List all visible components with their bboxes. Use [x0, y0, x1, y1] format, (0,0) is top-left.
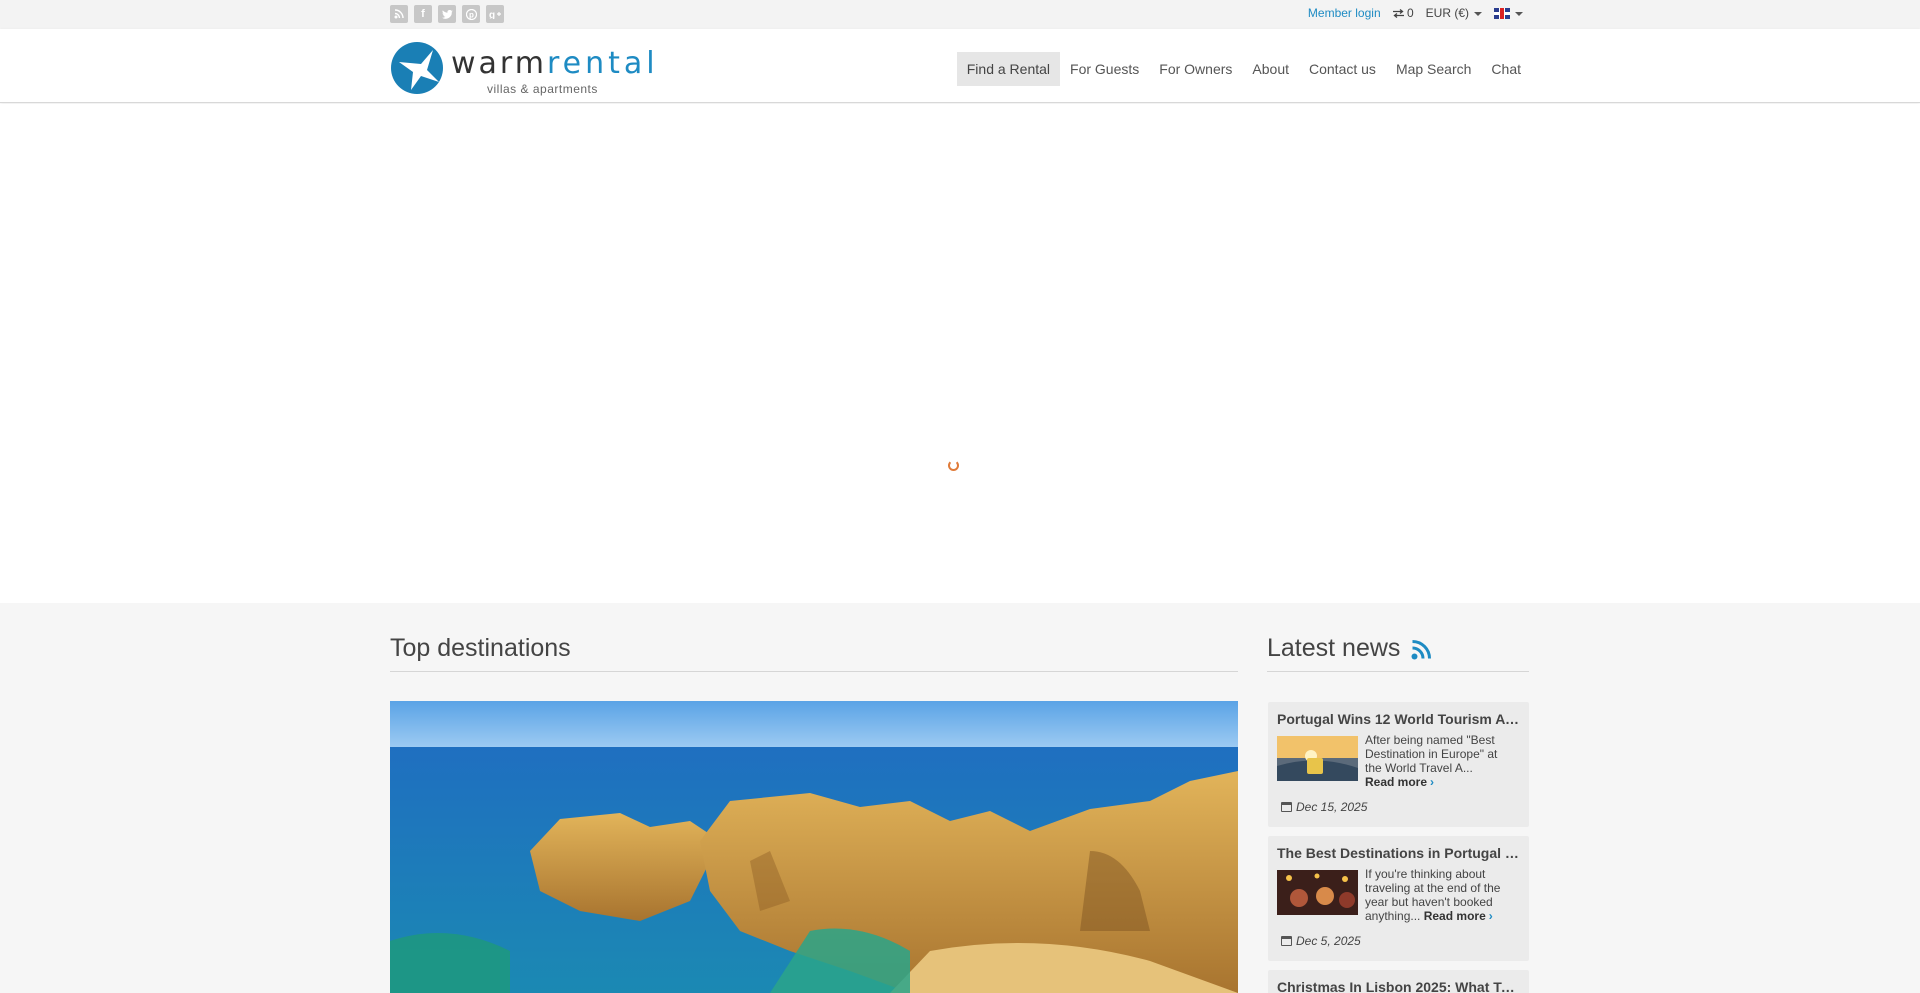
chevron-down-icon — [1474, 11, 1482, 16]
chevron-down-icon — [1515, 11, 1523, 16]
latest-news-title: Latest news — [1267, 634, 1401, 662]
news-excerpt: After being named "Best Destination in E… — [1365, 733, 1515, 789]
news-card[interactable]: Christmas In Lisbon 2025: What To Do — [1268, 970, 1529, 993]
nav-find-a-rental[interactable]: Find a Rental — [956, 52, 1061, 86]
read-more-label: Read more — [1365, 775, 1428, 789]
hero-loading-area — [0, 104, 1920, 603]
divider — [390, 671, 1238, 672]
compare-arrows-icon — [1392, 9, 1404, 19]
pinterest-icon[interactable]: p — [462, 5, 480, 23]
news-title[interactable]: Portugal Wins 12 World Tourism Awards — [1277, 711, 1521, 727]
news-date-text: Dec 5, 2025 — [1296, 934, 1361, 948]
news-title[interactable]: The Best Destinations in Portugal for th… — [1277, 845, 1521, 861]
svg-text:g: g — [489, 10, 495, 19]
top-right-controls: Member login 0 EUR (€) — [1308, 6, 1523, 20]
top-utility-bar: f p g Member login 0 EUR (€) — [0, 0, 1920, 29]
nav-for-guests[interactable]: For Guests — [1060, 52, 1149, 86]
social-links: f p g — [390, 5, 504, 23]
member-login-link[interactable]: Member login — [1308, 6, 1381, 20]
currency-label: EUR (€) — [1425, 6, 1469, 20]
news-date-text: Dec 15, 2025 — [1296, 800, 1368, 814]
news-thumbnail[interactable] — [1277, 736, 1358, 781]
read-more-link[interactable]: Read more › — [1365, 775, 1434, 789]
news-title[interactable]: Christmas In Lisbon 2025: What To Do — [1277, 979, 1521, 993]
news-card[interactable]: The Best Destinations in Portugal for th… — [1268, 836, 1529, 961]
chevron-right-icon: › — [1488, 909, 1493, 923]
uk-flag-icon — [1494, 8, 1510, 20]
read-more-link[interactable]: Read more › — [1424, 909, 1493, 923]
news-card[interactable]: Portugal Wins 12 World Tourism Awards Af… — [1268, 702, 1529, 827]
nav-about[interactable]: About — [1242, 52, 1299, 86]
chevron-right-icon: › — [1430, 775, 1435, 789]
logo-star-icon — [391, 42, 443, 94]
main-nav: Find a Rental For Guests For Owners Abou… — [956, 52, 1531, 86]
logo-wordmark: warm rental villas & apartments — [451, 42, 655, 96]
compare-count: 0 — [1406, 6, 1414, 20]
nav-for-owners[interactable]: For Owners — [1149, 52, 1242, 86]
news-thumbnail[interactable] — [1277, 870, 1358, 915]
rss-icon[interactable] — [390, 5, 408, 23]
nav-contact-us[interactable]: Contact us — [1299, 52, 1386, 86]
compare-widget[interactable]: 0 — [1392, 6, 1414, 20]
nav-chat[interactable]: Chat — [1481, 52, 1531, 86]
news-excerpt-text: After being named "Best Destination in E… — [1365, 733, 1498, 775]
news-excerpt: If you're thinking about traveling at th… — [1365, 867, 1515, 923]
currency-dropdown[interactable]: EUR (€) — [1426, 6, 1482, 20]
top-destinations-heading: Top destinations — [390, 634, 571, 662]
loading-spinner-icon — [948, 460, 959, 471]
site-logo[interactable]: warm rental villas & apartments — [391, 42, 655, 96]
svg-text:p: p — [469, 10, 474, 19]
rss-icon[interactable] — [1411, 639, 1432, 660]
site-header: warm rental villas & apartments Find a R… — [0, 29, 1920, 103]
nav-map-search[interactable]: Map Search — [1386, 52, 1481, 86]
news-date: Dec 15, 2025 — [1281, 800, 1367, 814]
news-date: Dec 5, 2025 — [1281, 934, 1361, 948]
destination-image-algarve-cliffs[interactable] — [390, 701, 1238, 993]
calendar-icon — [1281, 936, 1292, 946]
calendar-icon — [1281, 802, 1292, 812]
twitter-icon[interactable] — [438, 5, 456, 23]
divider — [1267, 671, 1529, 672]
content-section: Top destinations Latest news Portugal Wi… — [0, 603, 1920, 993]
latest-news-heading: Latest news — [1267, 634, 1432, 663]
read-more-label: Read more — [1423, 909, 1486, 923]
logo-tagline: villas & apartments — [487, 82, 598, 96]
google-plus-icon[interactable]: g — [486, 5, 504, 23]
logo-word-rental: rental — [547, 46, 659, 81]
language-dropdown[interactable] — [1494, 6, 1523, 20]
logo-word-warm: warm — [451, 46, 547, 81]
facebook-icon[interactable]: f — [414, 5, 432, 23]
